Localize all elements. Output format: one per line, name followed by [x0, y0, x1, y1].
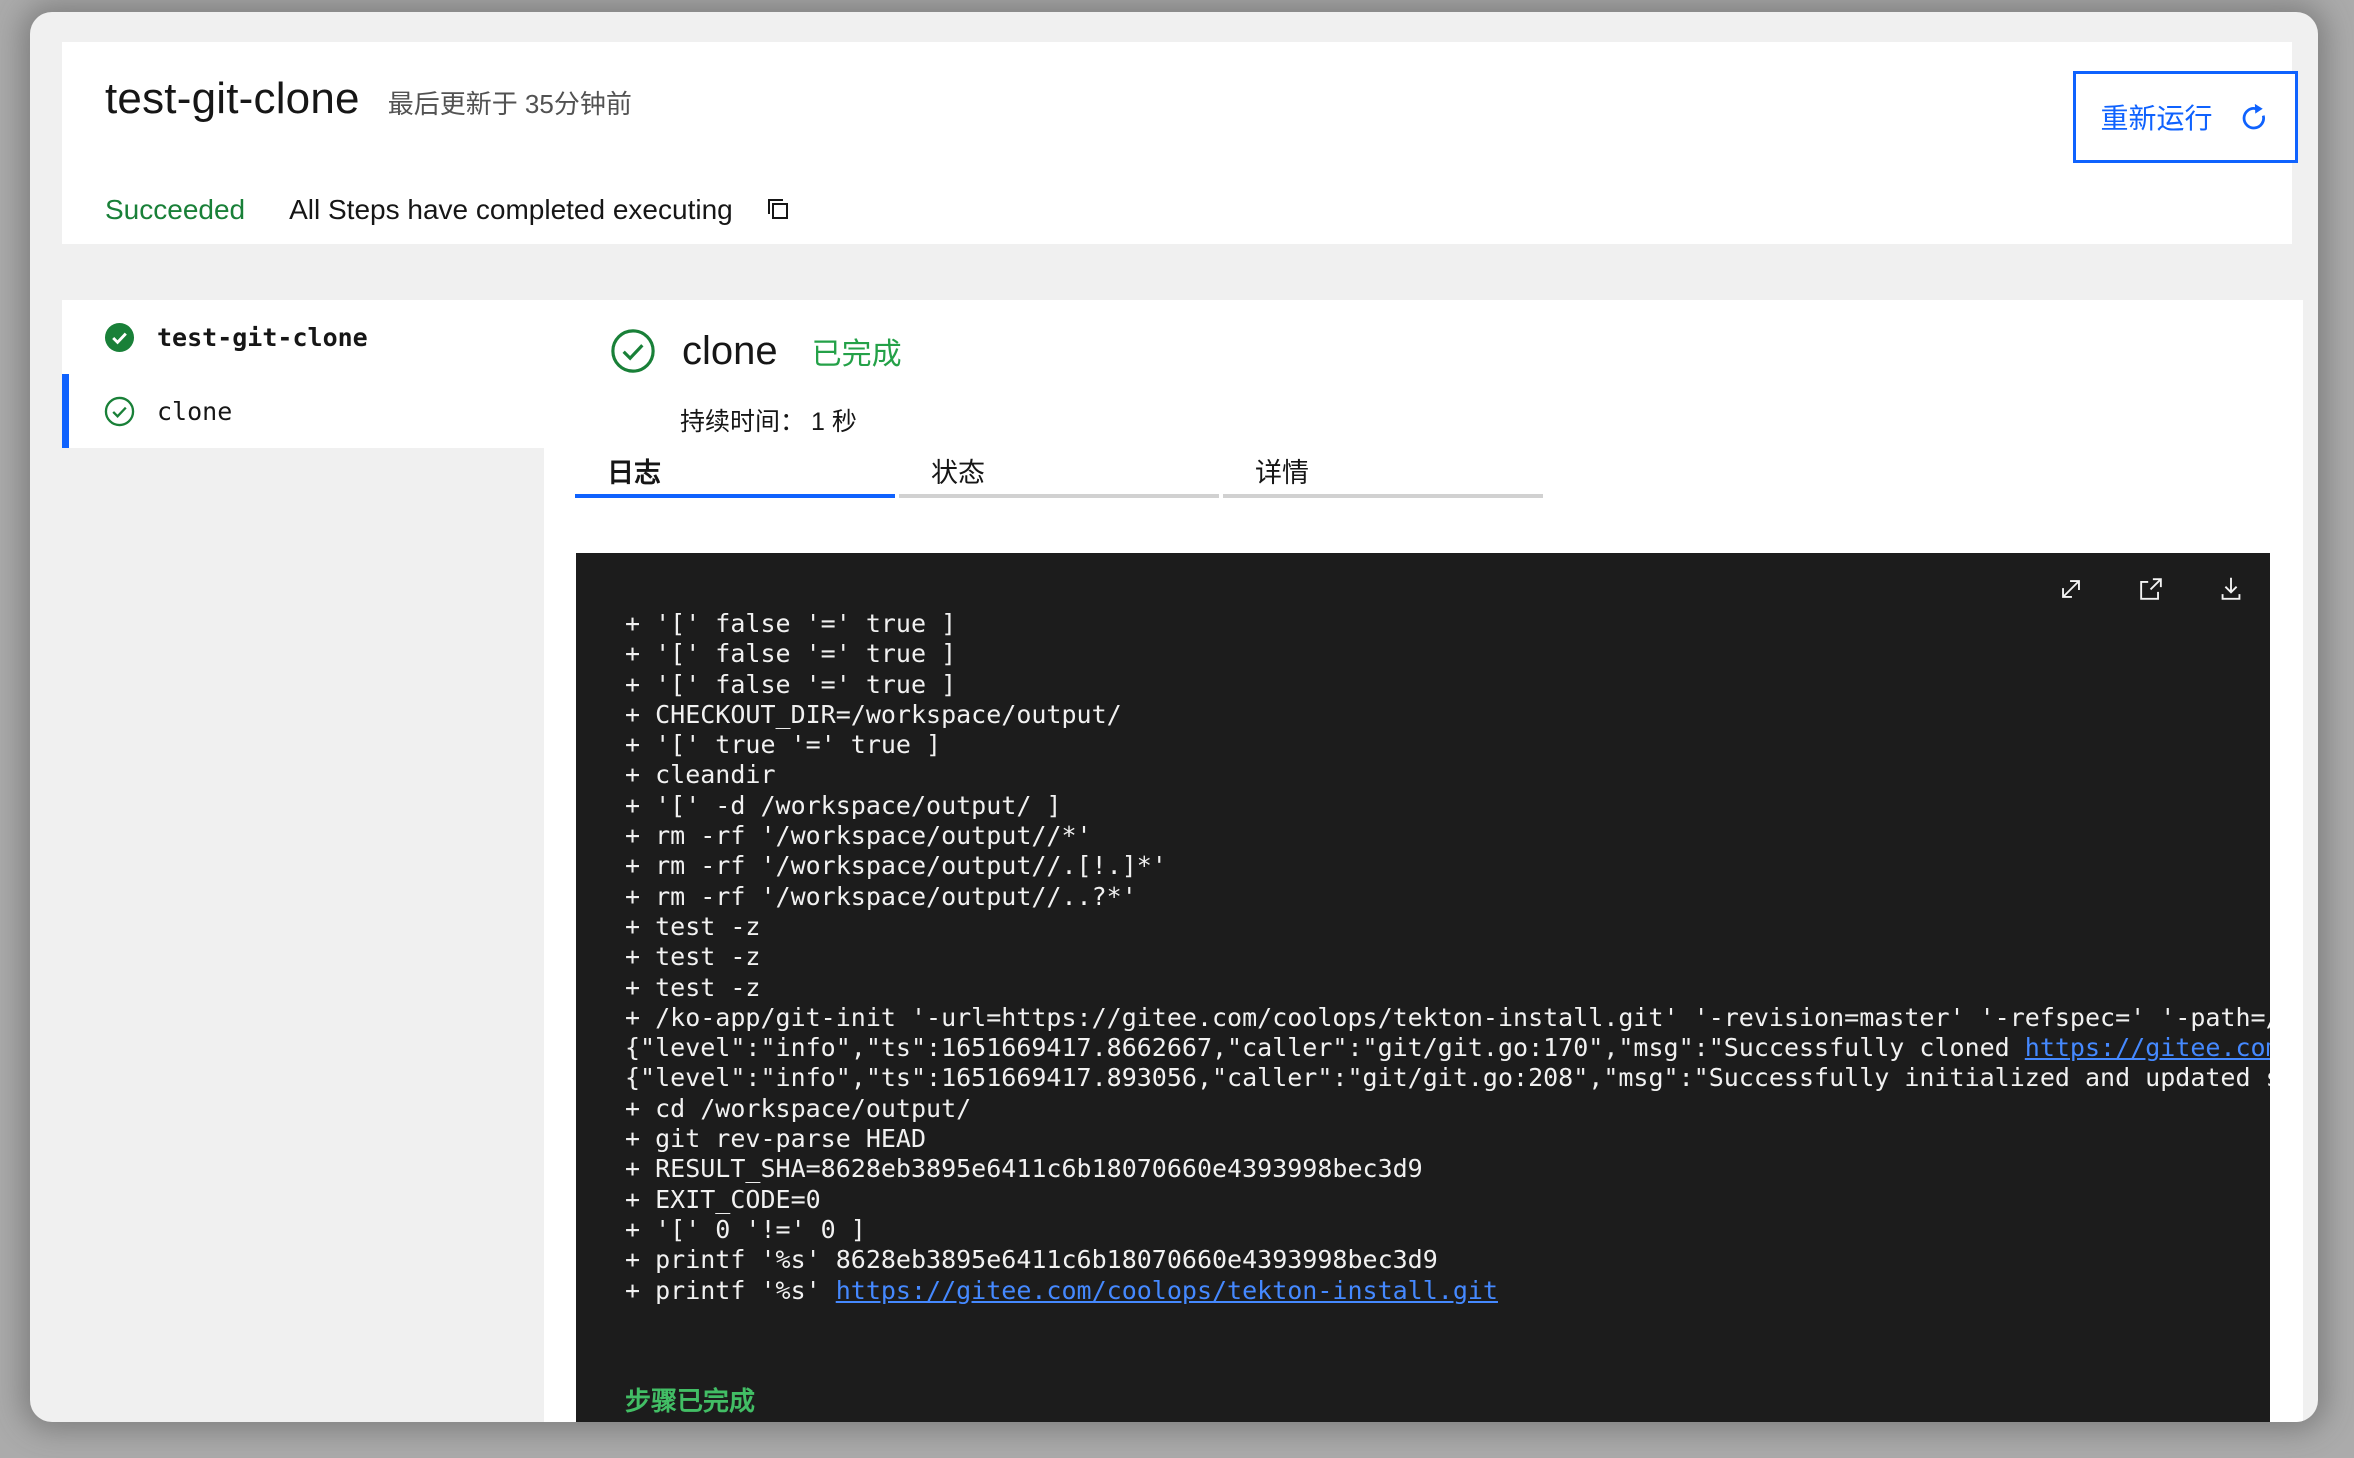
tab-详情[interactable]: 详情 — [1223, 446, 1543, 498]
maximize-icon — [2056, 574, 2086, 604]
launch-icon — [2136, 574, 2166, 604]
log-line: + CHECKOUT_DIR=/workspace/output/ — [625, 699, 1122, 729]
log-link[interactable]: https://gitee.com/coolops/tekton-install… — [836, 1276, 1498, 1305]
rerun-button[interactable]: 重新运行 — [2073, 71, 2298, 163]
log-line: + cd /workspace/output/ — [625, 1093, 972, 1123]
log-line: + git rev-parse HEAD — [625, 1124, 927, 1154]
copy-status-button[interactable] — [761, 194, 793, 226]
run-status-row: Succeeded All Steps have completed execu… — [105, 190, 793, 230]
log-terminal: + '[' false '=' true ] + '[' false '=' tr… — [576, 553, 2270, 1422]
task-tree-sidebar: test-git-clone clone — [62, 300, 544, 448]
rerun-button-label: 重新运行 — [2100, 103, 2213, 134]
copy-icon — [761, 194, 793, 226]
screenshot-canvas: test-git-clone 最后更新于 35分钟前 Succeeded All… — [0, 0, 2354, 1458]
checkmark-outline-icon — [104, 396, 135, 427]
log-line: + test -z — [625, 942, 761, 972]
log-line: + '[' -d /workspace/output/ ] — [625, 790, 1062, 820]
log-line: + /ko-app/git-init '-url=https://gitee.c… — [625, 1002, 2270, 1032]
page-title: test-git-clone — [105, 74, 360, 123]
log-line: + '[' 0 '!=' 0 ] — [625, 1214, 866, 1244]
log-line: + '[' true '=' true ] — [625, 730, 942, 760]
log-toolbar — [2048, 569, 2254, 609]
tab-日志[interactable]: 日志 — [575, 446, 895, 498]
log-line: {"level":"info","ts":1651669417.8662667,… — [625, 1033, 2270, 1063]
last-updated-text: 最后更新于 35分钟前 — [387, 89, 632, 119]
tab-label: 详情 — [1255, 457, 1309, 488]
app-window: test-git-clone 最后更新于 35分钟前 Succeeded All… — [30, 12, 2318, 1422]
step-header: clone 已完成 — [610, 328, 902, 374]
duration-label: 持续时间： — [680, 408, 806, 436]
step-details-panel: clone 已完成 持续时间： 1 秒 日志 状态 详情 + '[' false… — [544, 300, 2303, 1422]
status-message: All Steps have completed executing — [289, 194, 733, 225]
duration-value: 1 秒 — [811, 408, 857, 436]
log-line: + EXIT_CODE=0 — [625, 1184, 821, 1214]
tab-label: 日志 — [607, 457, 661, 488]
download-icon — [2216, 574, 2246, 604]
log-line: + '[' false '=' true ] — [625, 609, 957, 638]
log-line: + test -z — [625, 911, 761, 941]
log-line: + printf '%s' https://gitee.com/coolops/… — [625, 1275, 1498, 1305]
step-tabs: 日志 状态 详情 — [575, 446, 1543, 498]
tab-状态[interactable]: 状态 — [899, 446, 1219, 498]
maximize-button[interactable] — [2048, 569, 2094, 609]
sidebar-item-label: clone — [157, 396, 233, 426]
selected-indicator — [62, 374, 69, 448]
log-line: + test -z — [625, 972, 761, 1002]
sidebar-item-clone[interactable]: clone — [62, 374, 544, 448]
run-header-card: test-git-clone 最后更新于 35分钟前 Succeeded All… — [62, 42, 2298, 244]
step-status-label: 已完成 — [811, 338, 902, 371]
step-completed-message: 步骤已完成 — [625, 1386, 756, 1416]
log-line: + '[' false '=' true ] — [625, 669, 957, 699]
restart-icon — [2237, 100, 2271, 134]
step-name: clone — [682, 328, 778, 373]
checkmark-outline-icon — [610, 328, 656, 374]
launch-button[interactable] — [2128, 569, 2174, 609]
checkmark-filled-icon — [104, 322, 135, 353]
sidebar-item-label: test-git-clone — [157, 322, 368, 352]
run-title-row: test-git-clone 最后更新于 35分钟前 — [105, 74, 632, 124]
log-line: + cleandir — [625, 760, 776, 790]
log-line: + rm -rf '/workspace/output//.[!.]*' — [625, 851, 1167, 881]
log-line: + rm -rf '/workspace/output//*' — [625, 821, 1092, 851]
download-button[interactable] — [2208, 569, 2254, 609]
log-line: + RESULT_SHA=8628eb3895e6411c6b18070660e… — [625, 1154, 1423, 1184]
status-badge: Succeeded — [105, 194, 246, 225]
log-line: + printf '%s' 8628eb3895e6411c6b18070660… — [625, 1245, 1438, 1275]
tab-label: 状态 — [931, 457, 985, 488]
log-line: + rm -rf '/workspace/output//..?*' — [625, 881, 1137, 911]
step-duration: 持续时间： 1 秒 — [680, 402, 857, 438]
log-line: {"level":"info","ts":1651669417.893056,"… — [625, 1063, 2270, 1093]
log-link[interactable]: https://gitee.com/coolops/tekton-install… — [2025, 1033, 2270, 1062]
log-line: + '[' false '=' true ] — [625, 639, 957, 669]
log-output: + '[' false '=' true ] + '[' false '=' tr… — [625, 609, 2270, 1306]
sidebar-item-test-git-clone[interactable]: test-git-clone — [62, 300, 544, 374]
